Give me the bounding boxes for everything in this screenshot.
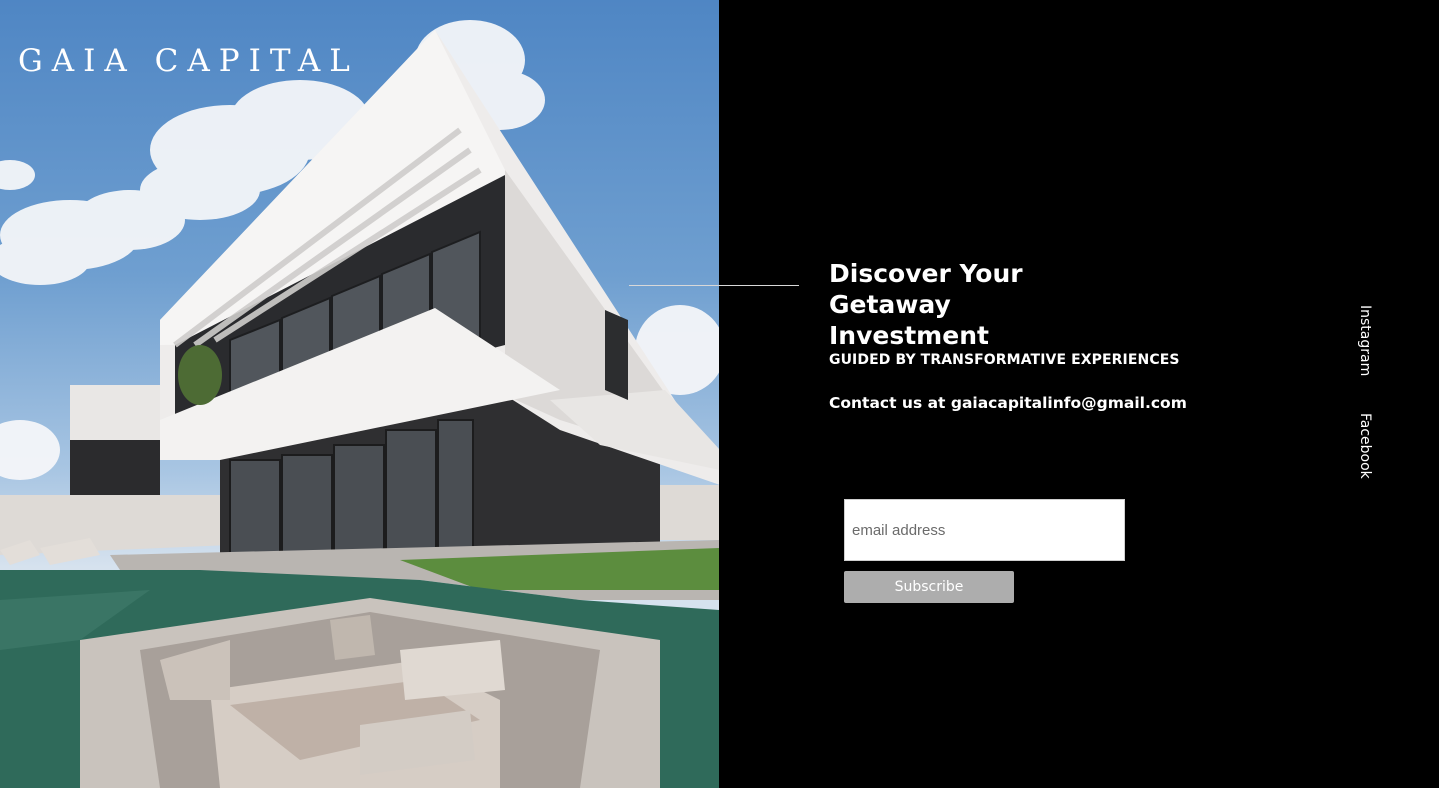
brand-logo[interactable]: GAIA CAPITAL <box>18 43 359 79</box>
email-field[interactable] <box>844 499 1125 561</box>
instagram-link[interactable]: Instagram <box>1357 305 1373 376</box>
contact-text: Contact us at gaiacapitalinfo@gmail.com <box>829 394 1187 412</box>
subscribe-button[interactable]: Subscribe <box>844 571 1014 603</box>
headline-divider <box>629 285 799 286</box>
hero-image: GAIA CAPITAL <box>0 0 719 788</box>
tagline: GUIDED BY TRANSFORMATIVE EXPERIENCES <box>829 352 1180 368</box>
facebook-link[interactable]: Facebook <box>1357 413 1373 479</box>
villa-photo-icon <box>0 20 719 788</box>
page-headline: Discover Your Getaway Investment <box>829 259 1023 350</box>
landing-page: GAIA CAPITAL Discover Your Getaway Inves… <box>0 0 1439 788</box>
